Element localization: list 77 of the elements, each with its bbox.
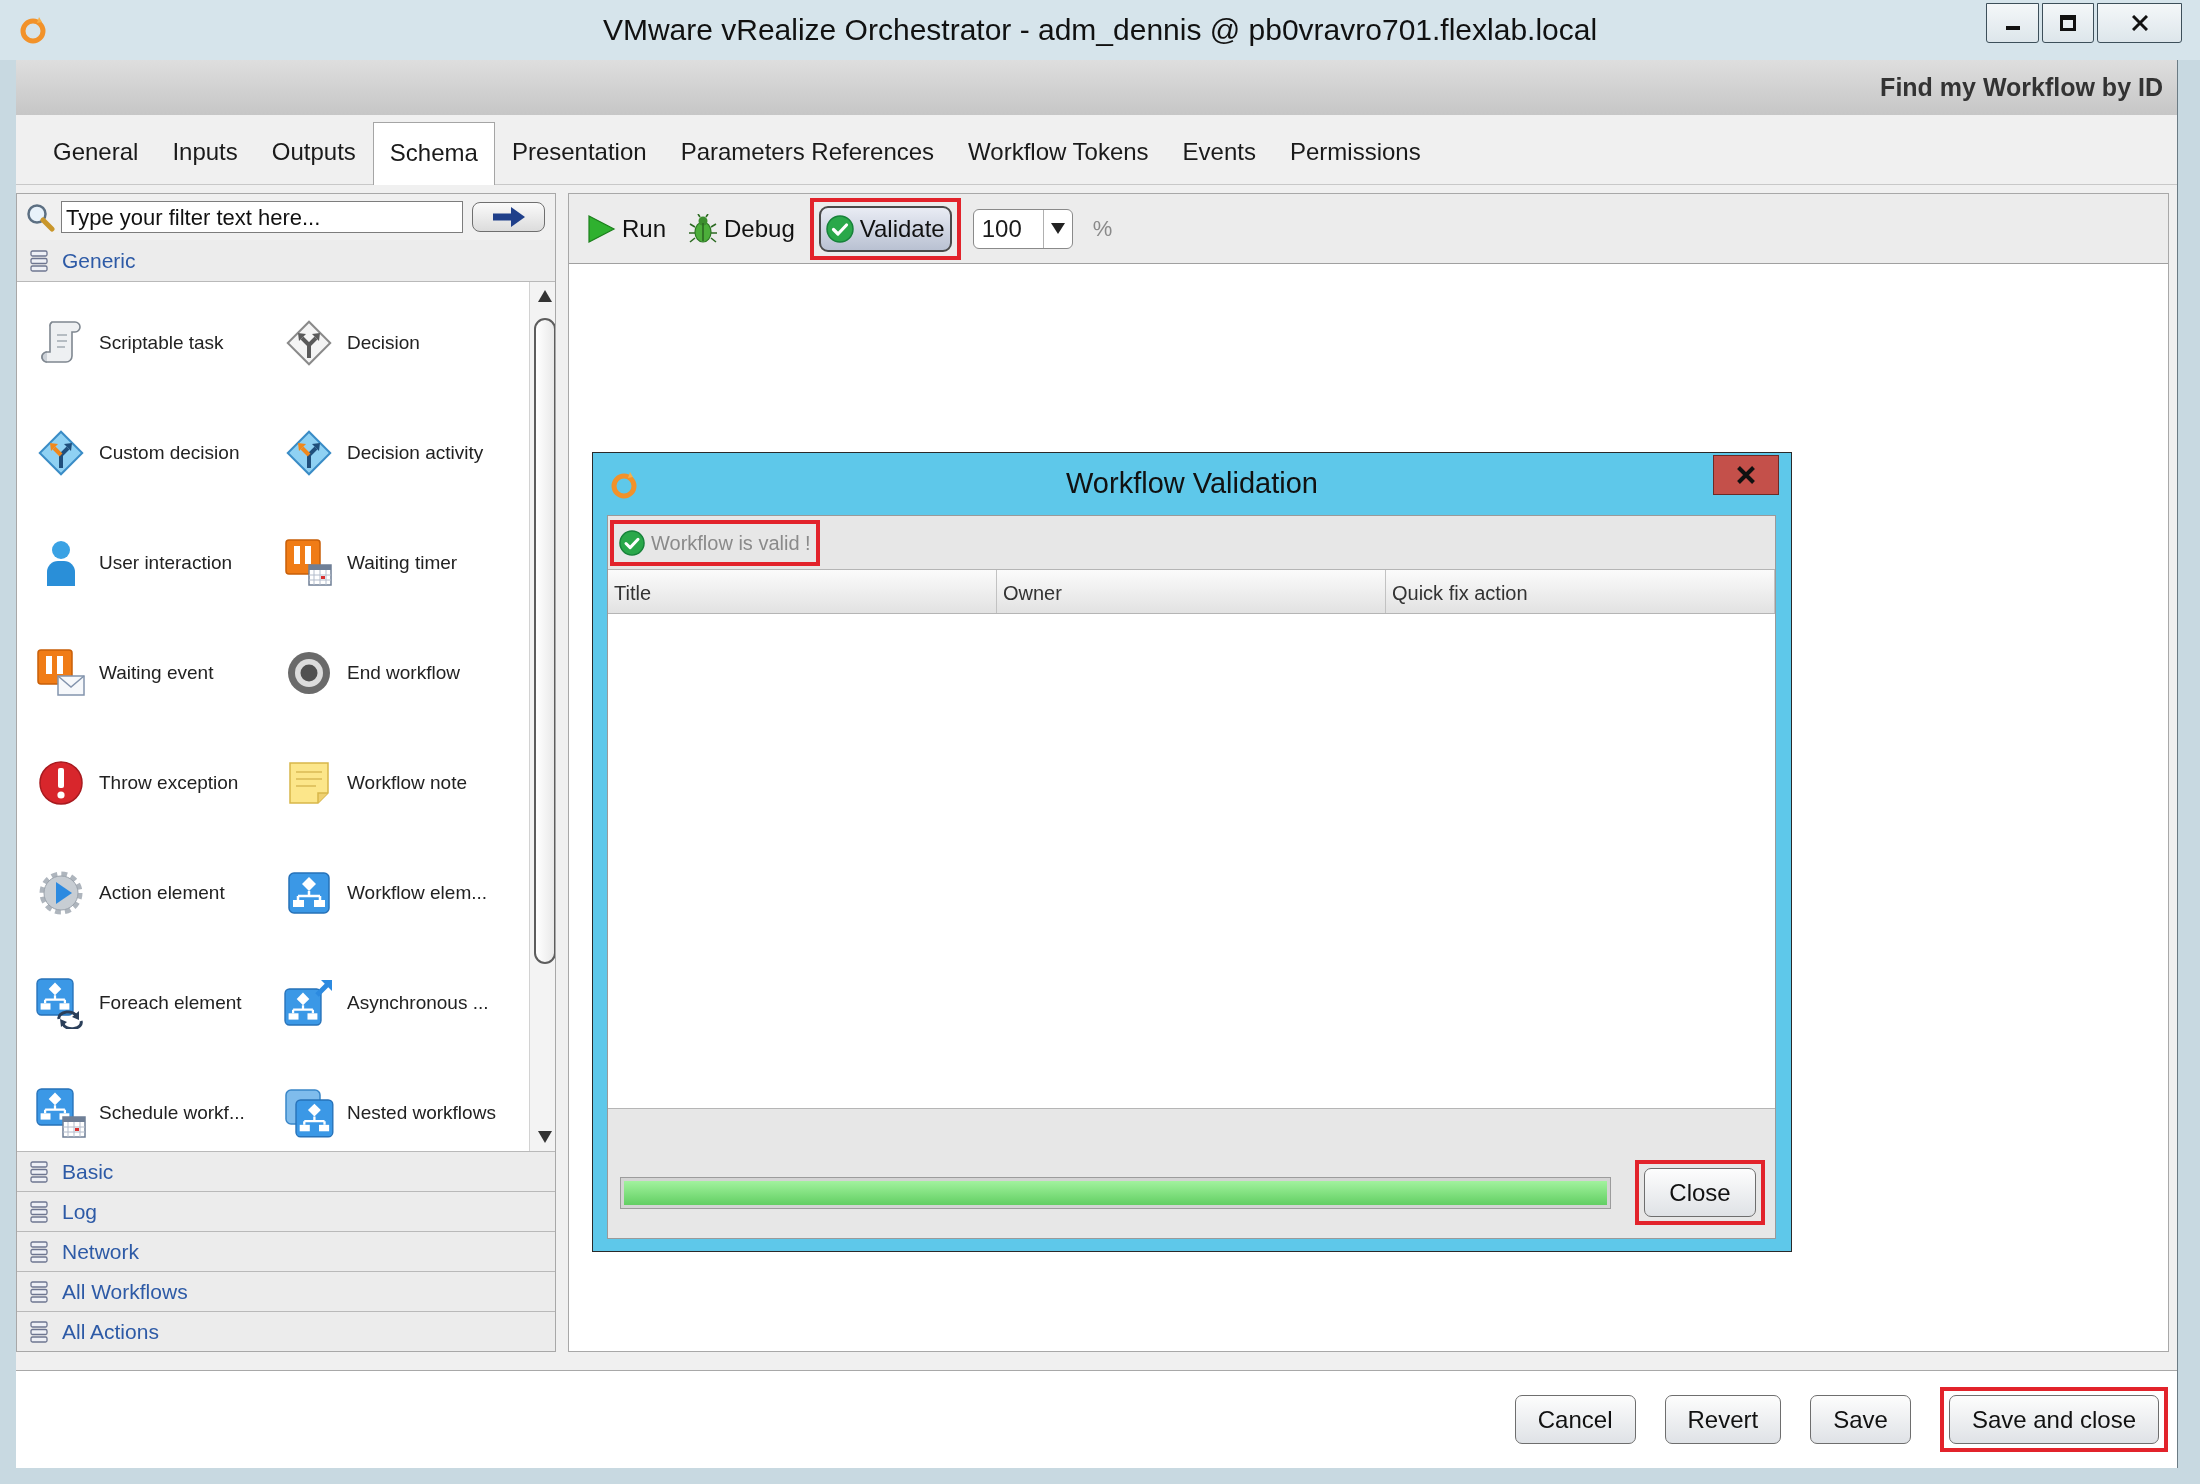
palette-item[interactable]: Action element	[35, 838, 283, 948]
cancel-button[interactable]: Cancel	[1514, 1395, 1636, 1444]
tab[interactable]: Permissions	[1273, 121, 1438, 184]
palette-item[interactable]: Workflow note	[283, 728, 529, 838]
palette-item[interactable]: Nested workflows	[283, 1058, 529, 1151]
window-title: VMware vRealize Orchestrator - adm_dennis @ pb0vravro701.flexlab.local	[602, 12, 1598, 48]
save-button[interactable]: Save	[1810, 1395, 1911, 1444]
list-icon	[29, 1160, 49, 1183]
list-icon	[29, 249, 49, 272]
tab[interactable]: Inputs	[155, 121, 255, 184]
tab[interactable]: General	[36, 121, 156, 184]
tab[interactable]: Schema	[372, 122, 495, 185]
minimize-button[interactable]	[1986, 3, 2039, 43]
dialog-title: Workflow Validation	[1066, 466, 1318, 502]
palette-group-header[interactable]: All Workflows	[17, 1271, 555, 1311]
palette-item[interactable]: Decision activity	[283, 398, 529, 508]
tab[interactable]: Events	[1165, 121, 1273, 184]
list-icon	[29, 1240, 49, 1263]
palette-item[interactable]: Waiting timer	[283, 508, 529, 618]
filter-field[interactable]: Type your filter text here...	[61, 201, 463, 233]
palette-item[interactable]: End workflow	[283, 618, 529, 728]
palette-item[interactable]: Waiting event	[35, 618, 283, 728]
list-icon	[29, 1280, 49, 1303]
save-and-close-button[interactable]: Save and close	[1948, 1395, 2159, 1444]
palette-item[interactable]: Schedule workf...	[35, 1058, 283, 1151]
search-icon	[25, 202, 55, 232]
palette-group-header[interactable]: All Actions	[17, 1311, 555, 1351]
pause-calendar-icon	[283, 537, 335, 589]
tab[interactable]: Parameters References	[663, 121, 952, 184]
flowchart-calendar-icon	[35, 1087, 87, 1139]
scrollbar-thumb[interactable]	[533, 318, 555, 964]
check-circle-icon	[825, 214, 854, 243]
palette-group-header[interactable]: Generic	[17, 240, 555, 282]
maximize-icon	[2060, 15, 2076, 31]
close-window-button[interactable]	[2097, 3, 2182, 43]
go-button[interactable]	[472, 202, 545, 232]
close-icon	[1737, 466, 1755, 484]
stacked-flowchart-icon	[283, 1087, 335, 1139]
palette-item[interactable]: Decision	[283, 288, 529, 398]
palette-item[interactable]: Workflow elem...	[283, 838, 529, 948]
dialog-close-button[interactable]	[1713, 455, 1779, 495]
palette-item[interactable]: Asynchronous ...	[283, 948, 529, 1058]
palette-group-header[interactable]: Basic	[17, 1151, 555, 1191]
play-icon	[586, 213, 616, 244]
zoom-combobox[interactable]: 100	[972, 208, 1073, 249]
column-header: Owner	[997, 570, 1386, 613]
palette-item[interactable]: Scriptable task	[35, 288, 283, 398]
column-header: Title	[608, 570, 997, 613]
right-arrow-icon	[492, 207, 525, 227]
workflow-title: Find my Workflow by ID	[1880, 71, 2163, 103]
bug-icon	[688, 213, 719, 244]
close-icon	[2131, 15, 2148, 31]
tab[interactable]: Workflow Tokens	[951, 121, 1166, 184]
debug-button[interactable]: Debug	[681, 205, 802, 252]
validate-button[interactable]: Validate	[818, 205, 952, 252]
run-button[interactable]: Run	[579, 205, 674, 252]
zoom-unit-label: %	[1092, 215, 1113, 243]
list-icon	[29, 1200, 49, 1223]
tab[interactable]: Outputs	[254, 121, 373, 184]
palette-item[interactable]: Foreach element	[35, 948, 283, 1058]
pause-envelope-icon	[35, 647, 87, 699]
minimize-icon	[2005, 26, 2020, 30]
tab[interactable]: Presentation	[494, 121, 664, 184]
palette-group-header[interactable]: Network	[17, 1231, 555, 1271]
column-header: Quick fix action	[1386, 570, 1775, 613]
palette-item[interactable]: User interaction	[35, 508, 283, 618]
maximize-button[interactable]	[2042, 3, 2094, 43]
palette-item[interactable]: Custom decision	[35, 398, 283, 508]
palette-item[interactable]: Throw exception	[35, 728, 283, 838]
scrollbar[interactable]	[529, 282, 555, 1151]
caret-icon	[1050, 223, 1065, 234]
close-button[interactable]: Close	[1644, 1168, 1756, 1217]
revert-button[interactable]: Revert	[1664, 1395, 1782, 1444]
flowchart-arrow-icon	[283, 977, 335, 1029]
status-message: Workflow is valid !	[651, 530, 811, 556]
palette-group-header[interactable]: Log	[17, 1191, 555, 1231]
list-icon	[29, 1320, 49, 1343]
